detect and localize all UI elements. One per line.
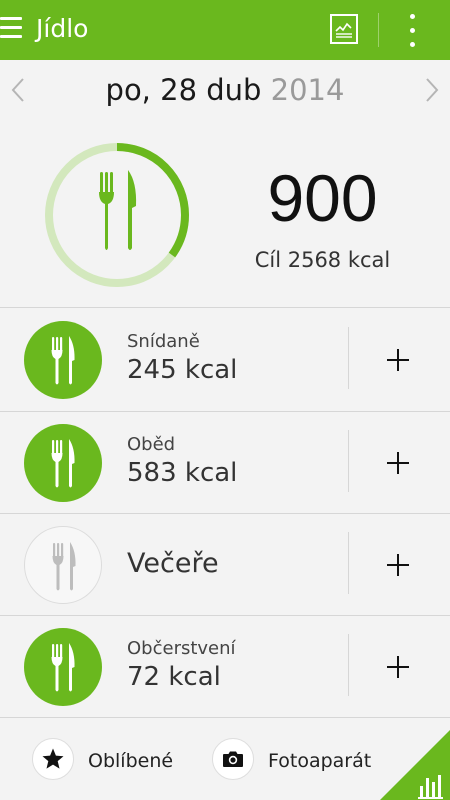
meal-name: Večeře [127,548,219,579]
meal-name: Občerstvení [127,638,236,659]
fork-knife-icon [99,170,137,250]
meal-icon-dinner [24,526,102,604]
bottom-bar: Oblíbené Fotoaparát [0,718,450,800]
date-year: 2014 [270,73,345,107]
meal-name: Snídaně [127,331,200,352]
divider [0,307,450,308]
fork-knife-icon [51,643,75,692]
meal-row-snack[interactable]: Občerstvení 72 kcal [0,616,450,718]
date-label: po, 28 dub 2014 [0,73,450,107]
calorie-goal: Cíl 2568 kcal [254,248,391,272]
star-icon [42,748,64,769]
app-title: Jídlo [36,14,89,43]
favorites-button[interactable] [32,738,74,780]
camera-button[interactable] [212,738,254,780]
row-divider [348,430,349,492]
date-navigation: po, 28 dub 2014 [0,60,450,120]
row-divider [348,634,349,696]
add-dinner-button[interactable] [372,539,424,591]
action-bar-divider [378,13,379,47]
line-chart-icon[interactable] [330,14,358,44]
add-breakfast-button[interactable] [372,334,424,386]
meal-kcal: 72 kcal [127,662,221,692]
calorie-summary: 900 Cíl 2568 kcal [0,120,450,308]
meal-icon-snack [24,628,102,706]
add-snack-button[interactable] [372,641,424,693]
bar-chart-icon[interactable] [380,730,450,800]
hamburger-menu-icon[interactable] [0,17,24,43]
favorites-label[interactable]: Oblíbené [88,750,173,772]
calories-consumed: 900 [267,161,378,235]
date-day: po, 28 dub [105,73,262,107]
meal-kcal: 583 kcal [127,458,238,488]
row-divider [348,532,349,594]
fork-knife-icon [51,336,75,385]
meal-name: Oběd [127,434,176,455]
calorie-progress-ring [45,143,189,287]
action-bar: Jídlo [0,0,450,60]
add-lunch-button[interactable] [372,437,424,489]
meal-row-lunch[interactable]: Oběd 583 kcal [0,412,450,514]
camera-label[interactable]: Fotoaparát [268,750,371,772]
fork-knife-icon [52,542,76,591]
meal-icon-lunch [24,424,102,502]
meal-row-breakfast[interactable]: Snídaně 245 kcal [0,309,450,411]
camera-icon [223,751,243,767]
overflow-menu-icon[interactable] [408,14,418,48]
row-divider [348,327,349,389]
meal-row-dinner[interactable]: Večeře [0,514,450,616]
chevron-right-icon[interactable] [422,76,442,104]
meal-kcal: 245 kcal [127,355,238,385]
meal-icon-breakfast [24,321,102,399]
fork-knife-icon [51,439,75,488]
